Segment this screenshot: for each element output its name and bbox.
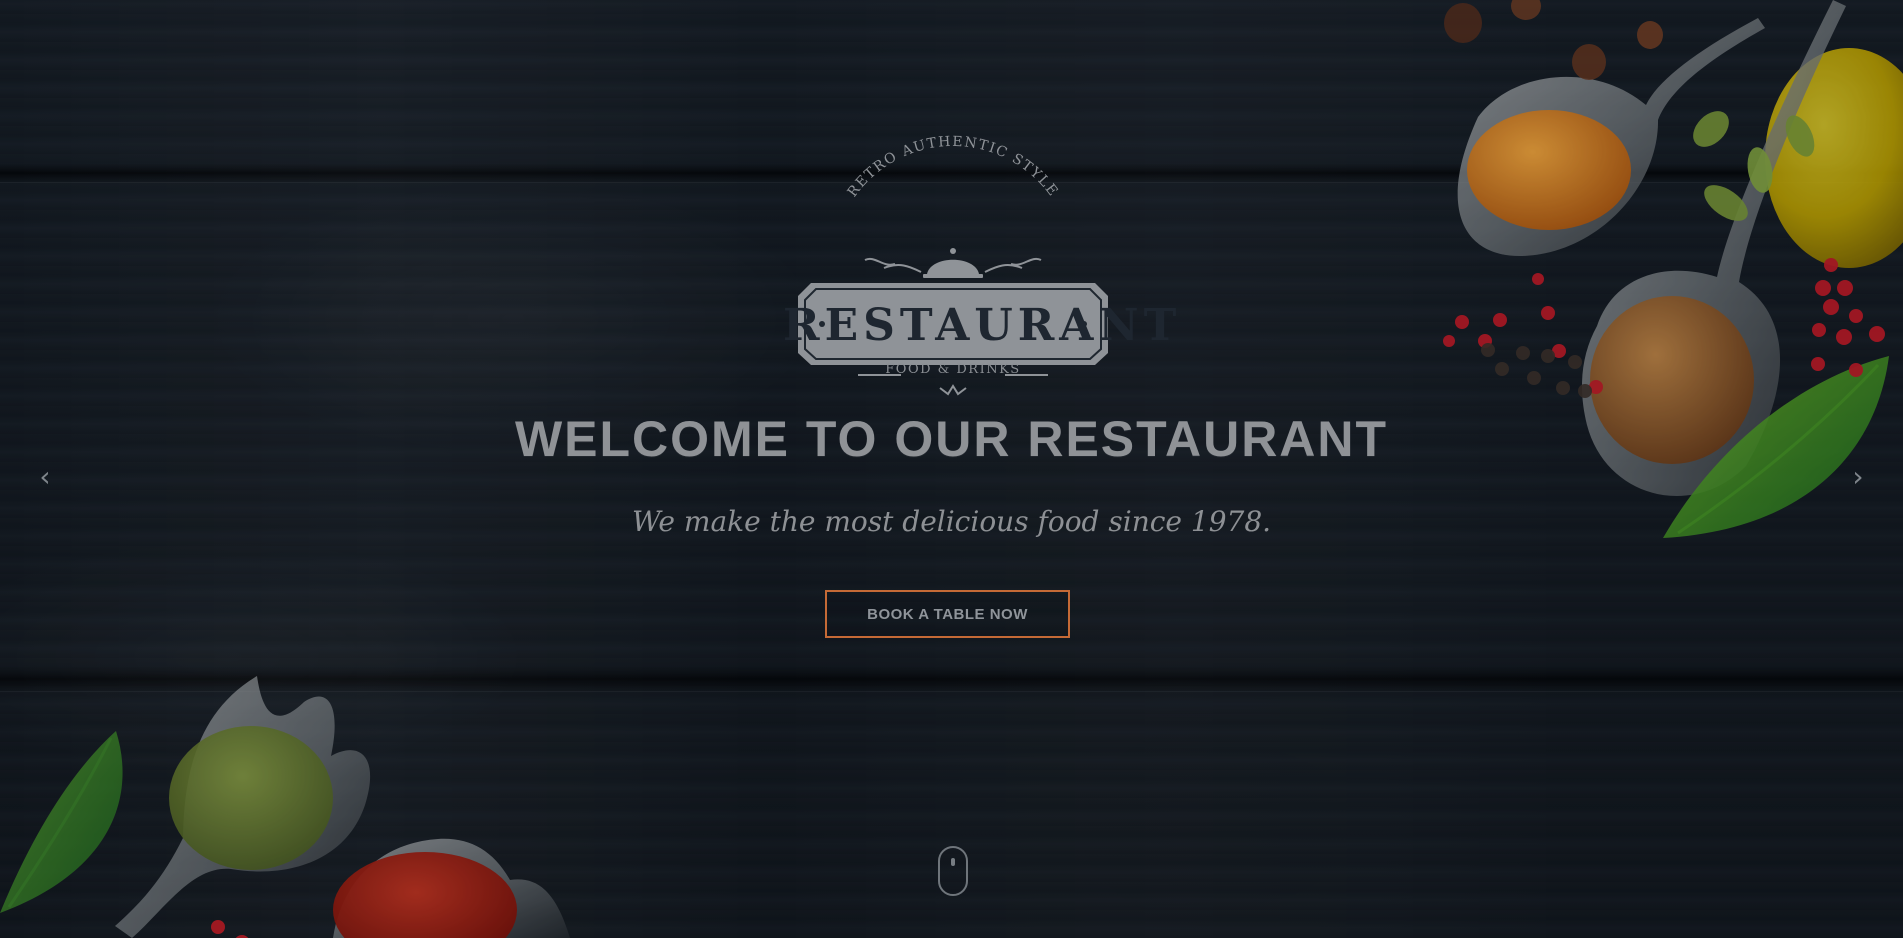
hero-section: RETRO AUTHENTIC STYLE RESTAURANT FOOD & … [0,0,1903,938]
next-slide-chevron-right-icon[interactable]: › [1844,463,1872,491]
scroll-down-mouse-icon[interactable] [938,846,968,896]
restaurant-logo: RETRO AUTHENTIC STYLE RESTAURANT FOOD & … [783,134,1182,398]
wood-plank-seam [0,667,1903,691]
cloche-icon [923,248,983,278]
wood-plank-seam [0,164,1903,182]
logo-main-text: RESTAURANT [783,300,1182,351]
book-table-button[interactable]: BOOK A TABLE NOW [825,590,1070,638]
spices-decoration-top-right [1443,0,1903,538]
scroll-wheel-dot [951,858,955,866]
hero-title: WELCOME TO OUR RESTAURANT [514,411,1389,467]
previous-slide-chevron-left-icon[interactable]: ‹ [31,463,59,491]
spices-decoration-bottom-left [0,676,570,938]
logo-sub-text: FOOD & DRINKS [885,362,1021,377]
hero-subtitle: We make the most delicious food since 19… [631,505,1272,538]
